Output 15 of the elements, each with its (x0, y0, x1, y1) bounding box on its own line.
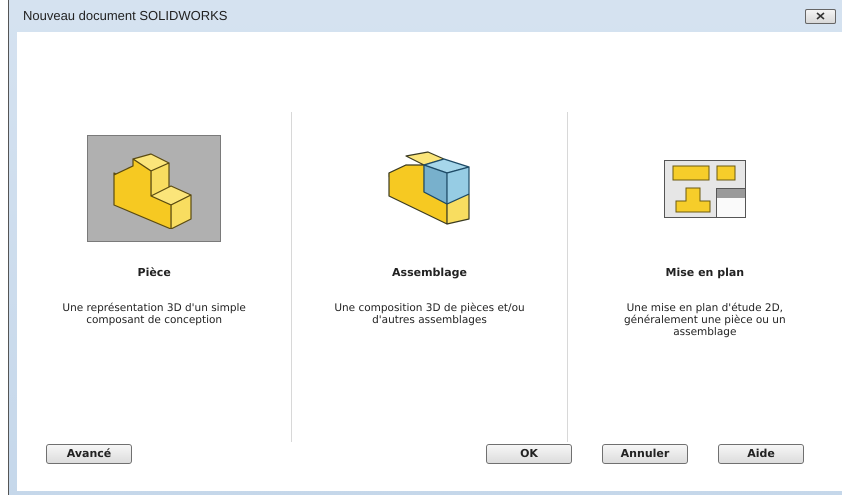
document-type-label: Pièce (138, 265, 171, 281)
close-icon (816, 12, 825, 20)
dialog-button[interactable]: Annuler (602, 444, 688, 464)
dialog-button[interactable]: Aide (718, 444, 804, 464)
document-type-tile[interactable] (87, 135, 222, 242)
document-type-label: Mise en plan (666, 265, 744, 281)
document-type-description: Une composition 3D de pièces et/ou d'autres assemblages (333, 302, 526, 326)
close-button[interactable] (805, 8, 836, 24)
drawing-icon (664, 160, 746, 218)
document-type-description: Une représentation 3D d'un simple composant de conception (61, 302, 247, 326)
document-type-description: Une mise en plan d'étude 2D, généralement une pièce ou un assemblage (623, 302, 787, 338)
dialog-button[interactable]: Avancé (46, 444, 132, 464)
document-type-label: Assemblage (392, 265, 467, 281)
window-title: Nouveau document SOLIDWORKS (22, 7, 228, 26)
dialog-button[interactable]: OK (486, 444, 572, 464)
